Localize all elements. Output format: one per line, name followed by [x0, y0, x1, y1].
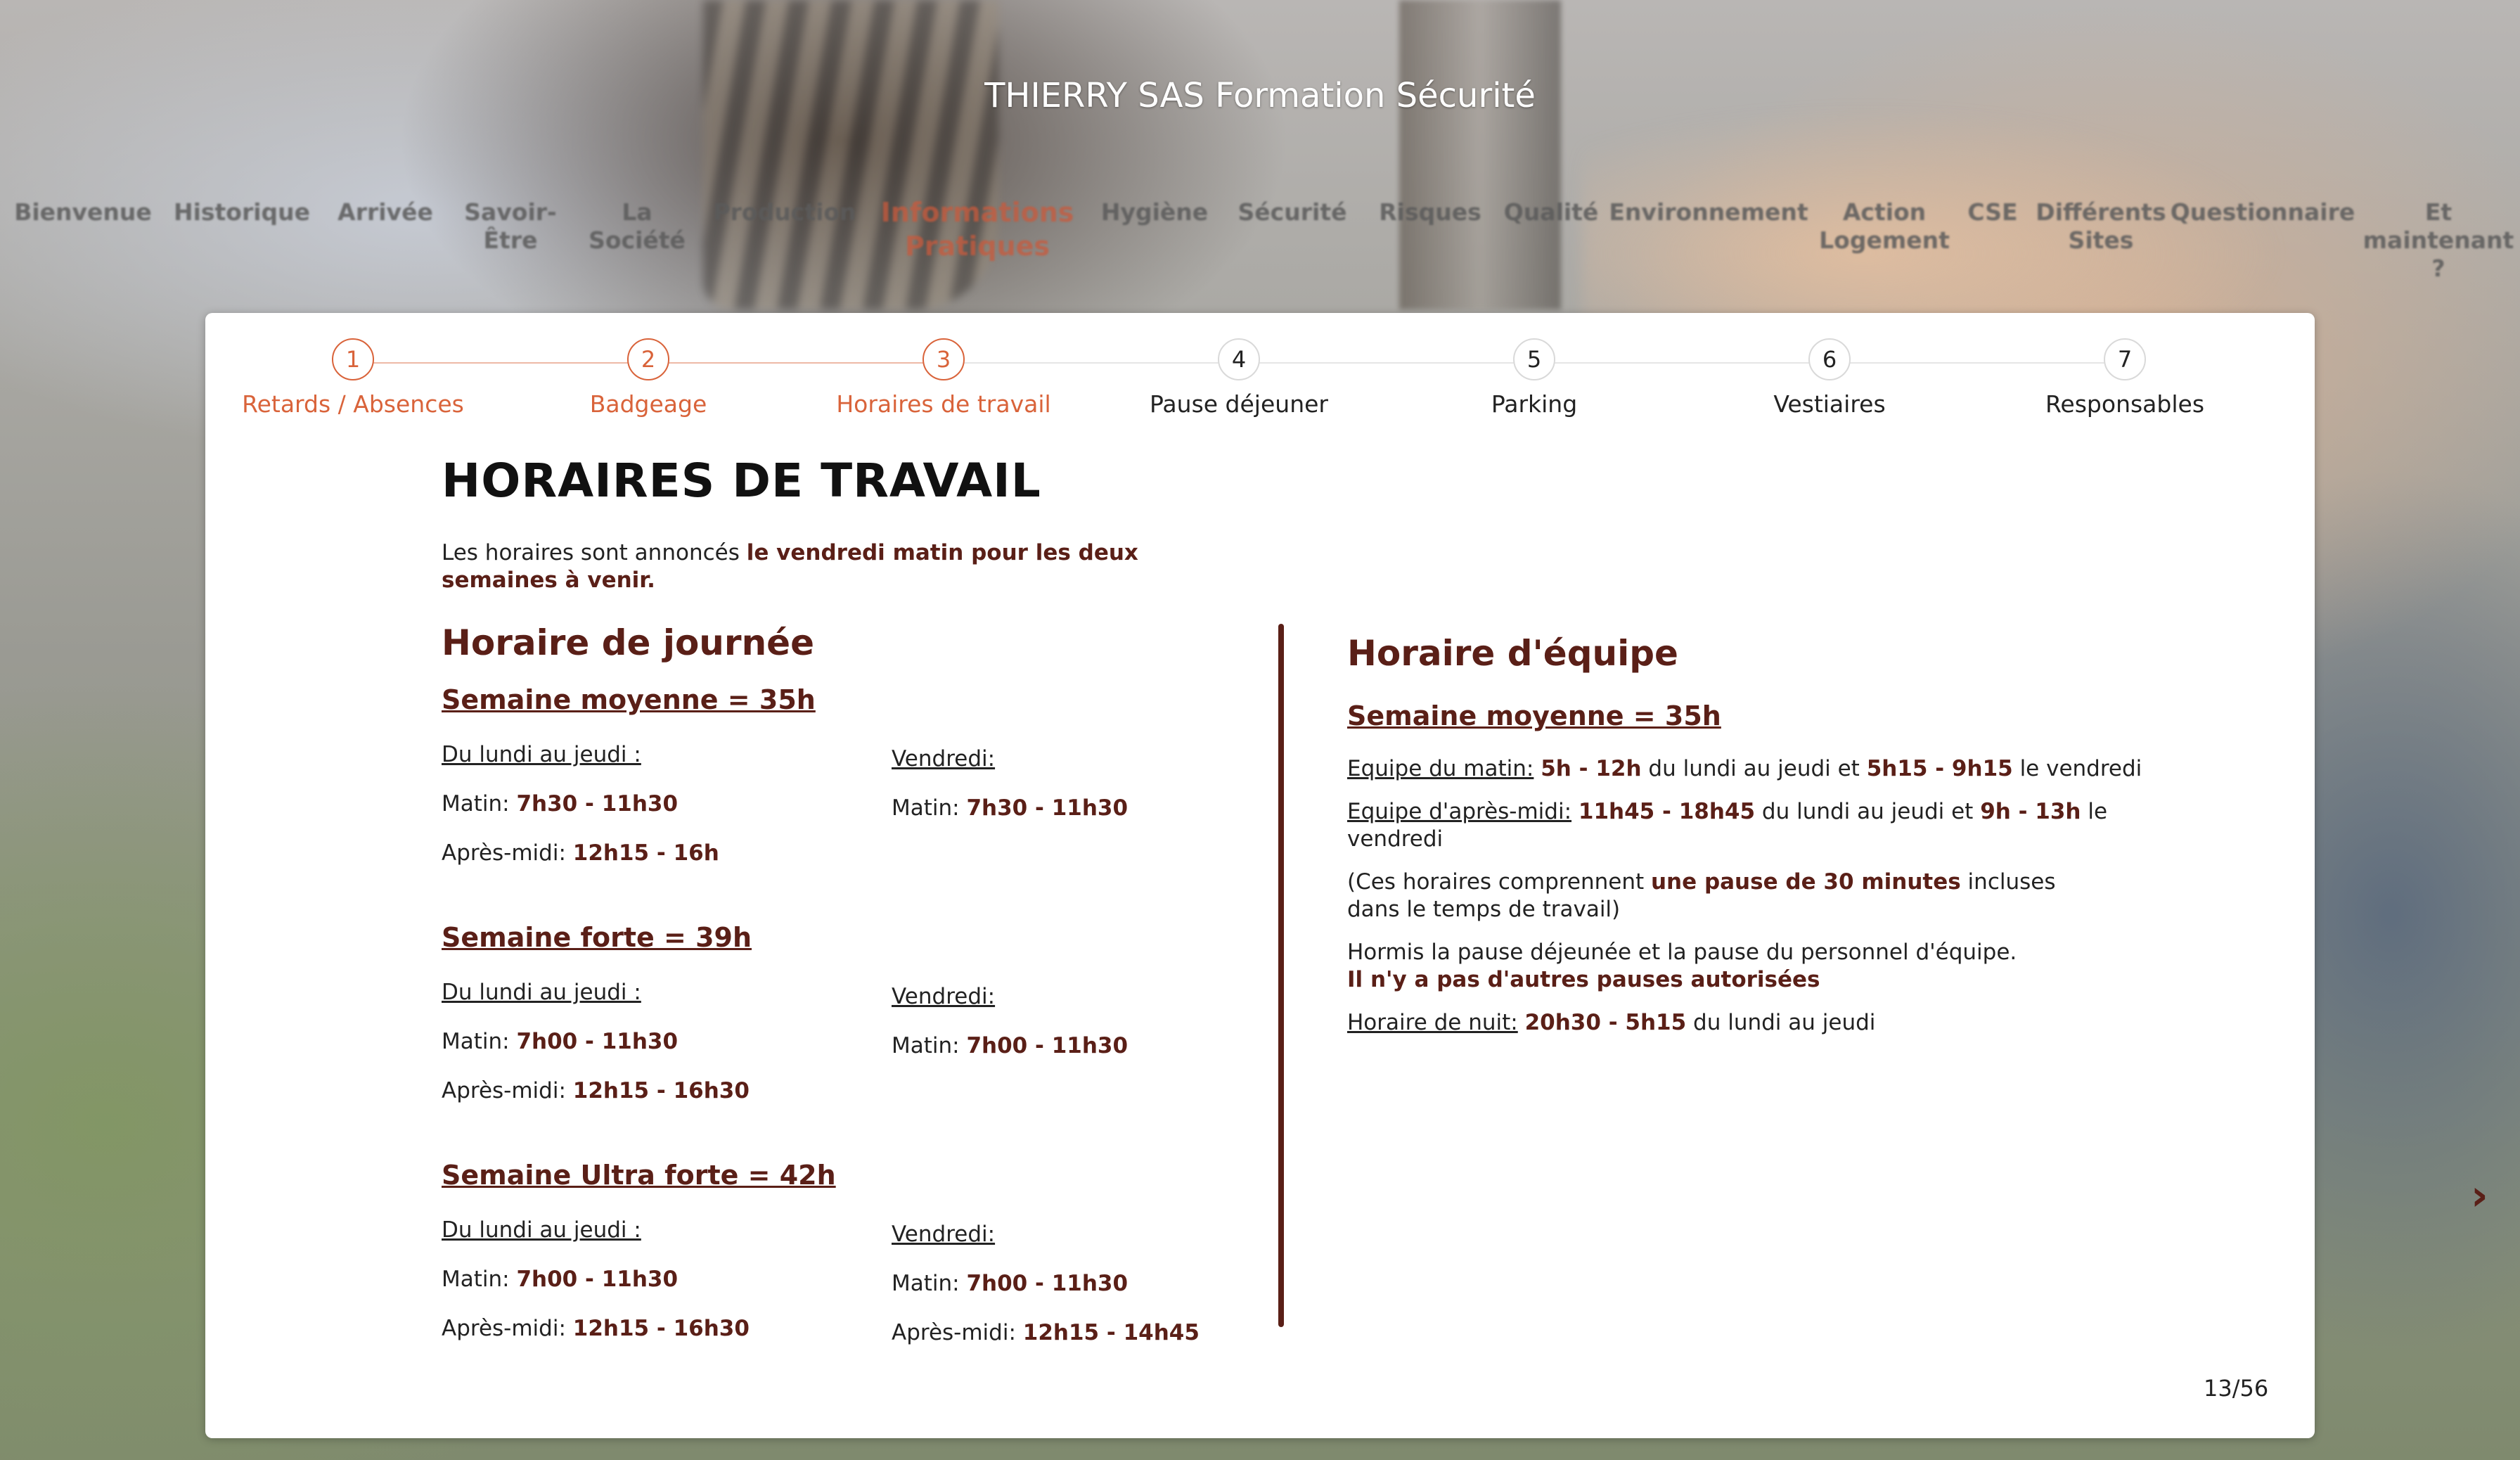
week-schedule: Du lundi au jeudi : Matin: 7h00 - 11h30 … — [442, 1216, 1229, 1378]
step-3[interactable]: 3 Horaires de travail — [803, 338, 1084, 418]
step-5[interactable]: 5 Parking — [1394, 338, 1675, 418]
nav-item-cse[interactable]: CSE — [1967, 198, 2017, 226]
nav-item-qualite[interactable]: Qualité — [1504, 198, 1599, 226]
column-divider — [1278, 624, 1284, 1327]
step-number: 1 — [332, 338, 374, 380]
week-schedule: Du lundi au jeudi : Matin: 7h00 - 11h30 … — [442, 978, 1229, 1140]
week-block-ultra-forte: Semaine Ultra forte = 42h Du lundi au je… — [442, 1160, 1229, 1378]
step-label: Parking — [1491, 390, 1578, 418]
step-6[interactable]: 6 Vestiaires — [1689, 338, 1970, 418]
day-label: Vendredi: — [892, 746, 996, 771]
step-label: Badgeage — [589, 390, 707, 418]
step-number: 3 — [922, 338, 965, 380]
nav-item-savoir-etre[interactable]: Savoir- Être — [464, 198, 557, 255]
nav-item-questionnaire[interactable]: Questionnaire — [2171, 198, 2355, 226]
morning-line: Matin: 7h30 - 11h30 — [442, 791, 679, 817]
morning-line: Matin: 7h30 - 11h30 — [892, 795, 1129, 821]
step-number: 2 — [627, 338, 669, 380]
afternoon-line: Après-midi: 12h15 - 14h45 — [892, 1320, 1200, 1345]
site-title: THIERRY SAS Formation Sécurité — [984, 76, 1536, 115]
morning-line: Matin: 7h00 - 11h30 — [892, 1271, 1129, 1296]
step-7[interactable]: 7 Responsables — [1984, 338, 2265, 418]
week-title: Semaine moyenne = 35h — [442, 684, 816, 715]
nav-item-production[interactable]: Production — [713, 198, 856, 226]
nav-item-la-societe[interactable]: La Société — [589, 198, 686, 255]
week-schedule: Du lundi au jeudi : Matin: 7h30 - 11h30 … — [442, 741, 1229, 902]
week-title: Semaine forte = 39h — [442, 922, 752, 953]
page-title: HORAIRES DE TRAVAIL — [442, 454, 1041, 508]
page-counter: 13/56 — [2204, 1375, 2269, 1402]
mon-thu-column: Du lundi au jeudi : Matin: 7h00 - 11h30 … — [442, 978, 863, 1105]
stepper: 1 Retards / Absences 2 Badgeage 3 Horair… — [205, 313, 2315, 440]
step-number: 4 — [1218, 338, 1260, 380]
nav-item-bienvenue[interactable]: Bienvenue — [14, 198, 152, 226]
nav-item-et-maintenant[interactable]: Et maintenant? — [2363, 198, 2514, 283]
nav-item-action-logement[interactable]: Action Logement — [1819, 198, 1950, 255]
morning-line: Matin: 7h00 - 11h30 — [442, 1029, 679, 1054]
afternoon-line: Après-midi: 12h15 - 16h — [442, 840, 719, 866]
step-number: 7 — [2104, 338, 2146, 380]
nav-item-differents-sites[interactable]: Différents Sites — [2036, 198, 2166, 255]
team-schedule-heading: Horaire d'équipe — [1347, 633, 1678, 674]
mon-thu-column: Du lundi au jeudi : Matin: 7h00 - 11h30 … — [442, 1216, 863, 1343]
nav-item-arrivee[interactable]: Arrivée — [338, 198, 433, 226]
step-label: Pause déjeuner — [1150, 390, 1328, 418]
afternoon-line: Après-midi: 12h15 - 16h30 — [442, 1078, 750, 1103]
step-label: Responsables — [2045, 390, 2205, 418]
day-label: Du lundi au jeudi : — [442, 980, 641, 1005]
intro-text: Les horaires sont annoncés le vendredi m… — [442, 539, 1257, 594]
nav-item-hygiene[interactable]: Hygiène — [1101, 198, 1208, 226]
morning-team-line: Equipe du matin: 5h - 12h du lundi au je… — [1347, 756, 2142, 781]
step-number: 6 — [1808, 338, 1851, 380]
nav-item-environnement[interactable]: Environnement — [1609, 198, 1808, 226]
nav-item-informations-pratiques[interactable]: Informations Pratiques — [881, 196, 1074, 263]
intro-plain: Les horaires sont annoncés — [442, 540, 747, 565]
nav-item-risques[interactable]: Risques — [1379, 198, 1481, 226]
mon-thu-column: Du lundi au jeudi : Matin: 7h30 - 11h30 … — [442, 741, 863, 867]
day-label: Du lundi au jeudi : — [442, 742, 641, 767]
step-number: 5 — [1513, 338, 1555, 380]
friday-column: Vendredi: Matin: 7h00 - 11h30 — [892, 982, 1229, 1060]
team-schedule-column: Horaire d'équipe Semaine moyenne = 35h E… — [1347, 633, 2177, 1052]
week-title: Semaine Ultra forte = 42h — [442, 1160, 836, 1191]
nav-item-securite[interactable]: Sécurité — [1238, 198, 1347, 226]
friday-column: Vendredi: Matin: 7h00 - 11h30 Après-midi… — [892, 1220, 1229, 1347]
step-1[interactable]: 1 Retards / Absences — [212, 338, 494, 418]
day-label: Vendredi: — [892, 1222, 996, 1247]
day-label: Vendredi: — [892, 984, 996, 1009]
afternoon-line: Après-midi: 12h15 - 16h30 — [442, 1316, 750, 1341]
team-week-title: Semaine moyenne = 35h — [1347, 700, 1721, 731]
step-2[interactable]: 2 Badgeage — [508, 338, 789, 418]
friday-column: Vendredi: Matin: 7h30 - 11h30 — [892, 745, 1229, 822]
morning-line: Matin: 7h00 - 11h30 — [892, 1033, 1129, 1058]
step-label: Retards / Absences — [242, 390, 464, 418]
pause-note: (Ces horaires comprennent une pause de 3… — [1347, 869, 2056, 922]
afternoon-team-line: Equipe d'après-midi: 11h45 - 18h45 du lu… — [1347, 799, 2108, 852]
week-block-moyenne: Semaine moyenne = 35h Du lundi au jeudi … — [442, 684, 1229, 902]
step-label: Vestiaires — [1773, 390, 1886, 418]
step-4[interactable]: 4 Pause déjeuner — [1098, 338, 1380, 418]
day-schedule-column: Horaire de journée Semaine moyenne = 35h… — [442, 622, 1229, 1378]
content-card: 1 Retards / Absences 2 Badgeage 3 Horair… — [205, 313, 2488, 1438]
night-schedule-line: Horaire de nuit: 20h30 - 5h15 du lundi a… — [1347, 1010, 1876, 1035]
next-slide-arrow-icon[interactable]: › — [2471, 1171, 2488, 1220]
day-label: Du lundi au jeudi : — [442, 1217, 641, 1243]
step-label: Horaires de travail — [836, 390, 1051, 418]
week-block-forte: Semaine forte = 39h Du lundi au jeudi : … — [442, 922, 1229, 1140]
other-pauses-note: Hormis la pause déjeunée et la pause du … — [1347, 940, 2017, 992]
morning-line: Matin: 7h00 - 11h30 — [442, 1267, 679, 1292]
day-schedule-heading: Horaire de journée — [442, 622, 814, 663]
nav-item-historique[interactable]: Historique — [174, 198, 310, 226]
main-nav: Bienvenue Historique Arrivée Savoir- Être… — [0, 196, 2520, 290]
